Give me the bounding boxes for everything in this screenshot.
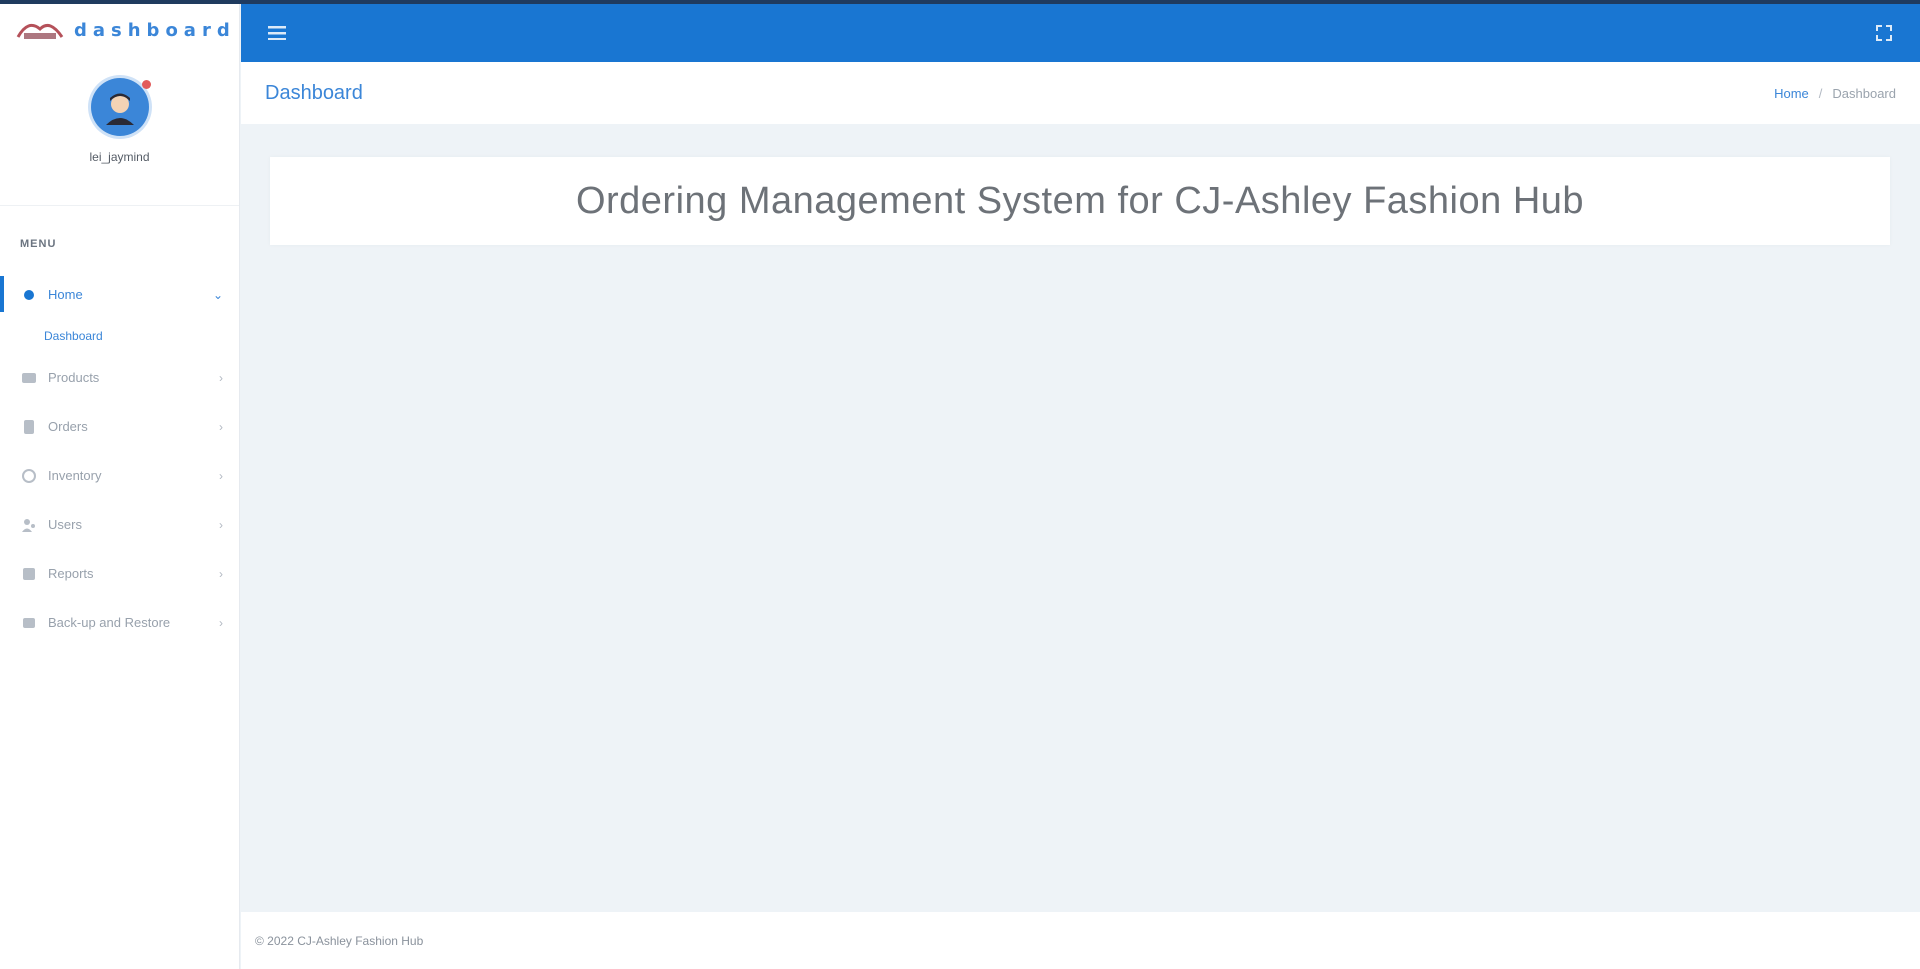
breadcrumb-home-link[interactable]: Home: [1774, 86, 1809, 101]
welcome-card: Ordering Management System for CJ-Ashley…: [270, 157, 1890, 245]
chevron-right-icon: ›: [219, 468, 223, 483]
chevron-right-icon: ›: [219, 370, 223, 385]
reports-icon: [20, 565, 38, 583]
chevron-right-icon: ›: [219, 517, 223, 532]
user-avatar-icon: [105, 93, 134, 125]
user-profile: lei_jaymind: [0, 60, 239, 206]
chevron-right-icon: ›: [219, 566, 223, 581]
chevron-right-icon: ›: [219, 615, 223, 630]
sidebar: dashboard lei_jaymind MENU Home ⌄ Dashbo…: [0, 0, 240, 969]
brand[interactable]: dashboard: [0, 0, 239, 60]
avatar[interactable]: [90, 78, 151, 136]
sidebar-item-reports[interactable]: Reports ›: [0, 549, 239, 598]
sidebar-item-label: Users: [48, 517, 82, 532]
expand-icon[interactable]: [1872, 21, 1896, 45]
backup-icon: [20, 614, 38, 632]
sidebar-item-label: Back-up and Restore: [48, 615, 171, 630]
sidebar-item-label: Products: [48, 370, 100, 385]
footer-text: © 2022 CJ-Ashley Fashion Hub: [255, 933, 424, 948]
menu-title: MENU: [20, 238, 57, 250]
dot-icon: [20, 286, 38, 304]
users-icon: [20, 516, 38, 534]
breadcrumb-current: Dashboard: [1832, 85, 1896, 101]
topbar: [241, 0, 1920, 62]
breadcrumb-separator: /: [1818, 85, 1823, 101]
sidebar-item-orders[interactable]: Orders ›: [0, 402, 239, 451]
profile-name: lei_jaymind: [89, 150, 150, 164]
sidebar-item-label: Orders: [48, 419, 88, 434]
sidebar-item-label: Inventory: [48, 468, 102, 483]
sidebar-item-label: Reports: [48, 566, 94, 581]
sidebar-item-backup-restore[interactable]: Back-up and Restore ›: [0, 598, 239, 647]
page-title: Dashboard: [265, 81, 363, 104]
chevron-right-icon: ›: [219, 419, 223, 434]
sidebar-item-users[interactable]: Users ›: [0, 500, 239, 549]
brand-text: dashboard: [74, 19, 236, 41]
products-icon: [20, 369, 38, 387]
hamburger-icon[interactable]: [265, 21, 289, 45]
page-header: Dashboard Home / Dashboard: [241, 62, 1920, 124]
sidebar-item-inventory[interactable]: Inventory ›: [0, 451, 239, 500]
breadcrumb: Home / Dashboard: [1774, 86, 1896, 101]
footer: © 2022 CJ-Ashley Fashion Hub: [241, 912, 1920, 969]
status-dot: [141, 80, 151, 89]
sidebar-item-home[interactable]: Home ⌄: [0, 270, 239, 319]
sidebar-item-label: Home: [48, 287, 83, 302]
window-top-edge: [0, 0, 1920, 4]
orders-icon: [20, 418, 38, 436]
inventory-icon: [20, 467, 38, 485]
sidebar-item-products[interactable]: Products ›: [0, 353, 239, 402]
sidebar-subitem-dashboard[interactable]: Dashboard: [0, 319, 239, 353]
chevron-down-icon: ⌄: [212, 287, 223, 302]
system-heading: Ordering Management System for CJ-Ashley…: [575, 179, 1585, 222]
brand-logo: [14, 12, 66, 48]
